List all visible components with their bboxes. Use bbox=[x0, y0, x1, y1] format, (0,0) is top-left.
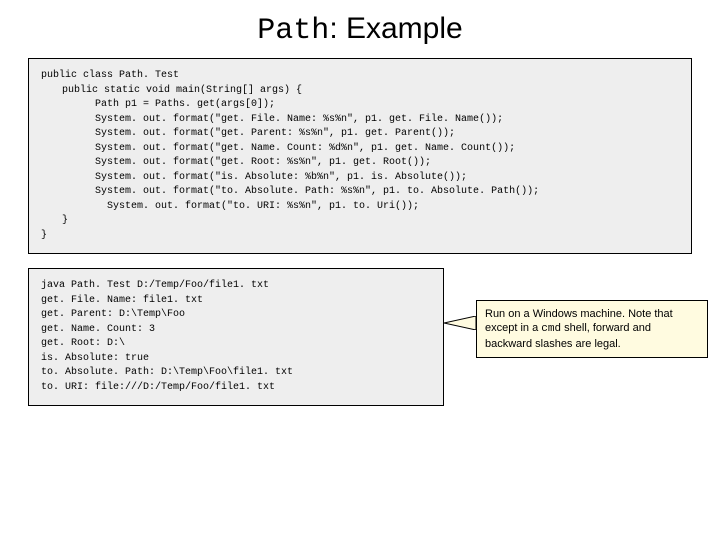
code-line: public class Path. Test bbox=[41, 69, 679, 84]
code-line: System. out. format("to. Absolute. Path:… bbox=[41, 185, 679, 200]
code-line: public static void main(String[] args) { bbox=[41, 84, 679, 99]
code-line: } bbox=[41, 214, 679, 229]
code-line: System. out. format("to. URI: %s%n", p1.… bbox=[41, 200, 679, 215]
output-line: get. Parent: D:\Temp\Foo bbox=[41, 308, 431, 323]
output-line: to. Absolute. Path: D:\Temp\Foo\file1. t… bbox=[41, 366, 431, 381]
code-line: } bbox=[41, 229, 679, 244]
output-line: java Path. Test D:/Temp/Foo/file1. txt bbox=[41, 279, 431, 294]
code-line: System. out. format("get. Parent: %s%n",… bbox=[41, 127, 679, 142]
output-line: is. Absolute: true bbox=[41, 352, 431, 367]
output-listing: java Path. Test D:/Temp/Foo/file1. txt g… bbox=[28, 268, 444, 406]
slide: Path: Example public class Path. Test pu… bbox=[0, 12, 720, 552]
code-line: System. out. format("get. Name. Count: %… bbox=[41, 142, 679, 157]
output-line: get. Root: D:\ bbox=[41, 337, 431, 352]
output-line: to. URI: file:///D:/Temp/Foo/file1. txt bbox=[41, 381, 431, 396]
output-line: get. Name. Count: 3 bbox=[41, 323, 431, 338]
output-line: get. File. Name: file1. txt bbox=[41, 294, 431, 309]
title-code-word: Path bbox=[257, 14, 329, 48]
slide-title: Path: Example bbox=[0, 12, 720, 48]
code-listing: public class Path. Test public static vo… bbox=[28, 58, 692, 254]
code-line: System. out. format("get. File. Name: %s… bbox=[41, 113, 679, 128]
code-line: System. out. format("is. Absolute: %b%n"… bbox=[41, 171, 679, 186]
code-line: System. out. format("get. Root: %s%n", p… bbox=[41, 156, 679, 171]
callout-note: Run on a Windows machine. Note that exce… bbox=[476, 300, 708, 358]
lower-region: java Path. Test D:/Temp/Foo/file1. txt g… bbox=[28, 268, 692, 406]
callout-cmd-word: cmd bbox=[541, 323, 561, 335]
code-line: Path p1 = Paths. get(args[0]); bbox=[41, 98, 679, 113]
callout-pointer-icon bbox=[444, 316, 476, 330]
title-rest: : Example bbox=[329, 12, 462, 45]
